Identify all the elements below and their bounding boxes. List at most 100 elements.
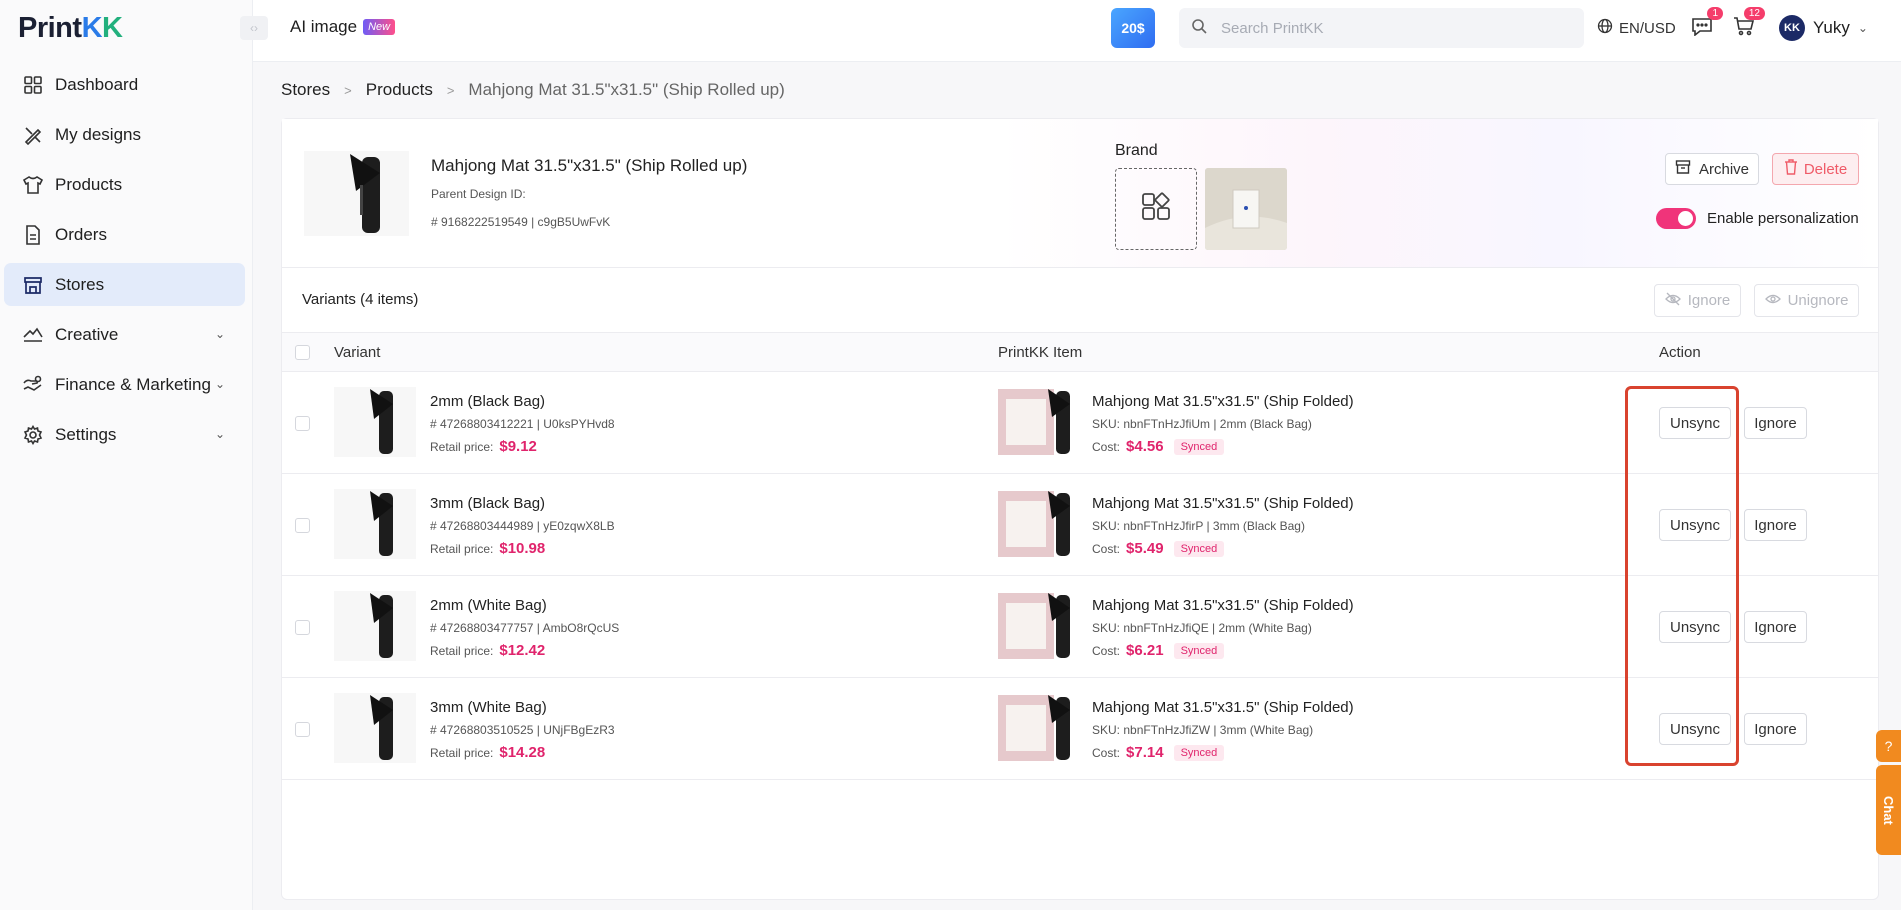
- variant-thumbnail: [334, 387, 416, 457]
- archive-button[interactable]: Archive: [1665, 153, 1759, 185]
- sidebar-item-settings[interactable]: Settings ⌄: [4, 413, 245, 456]
- product-header: Mahjong Mat 31.5"x31.5" (Ship Rolled up)…: [282, 119, 1878, 268]
- bulk-ignore-button[interactable]: Ignore: [1654, 284, 1741, 317]
- retail-price-value: $10.98: [499, 540, 546, 557]
- variant-ids: # 47268803477757 | AmbO8rQcUS: [430, 621, 620, 635]
- sidebar-item-label: Finance & Marketing: [55, 374, 211, 394]
- language-currency-selector[interactable]: EN/USD: [1597, 18, 1676, 38]
- printkk-item-cost: Cost: $6.21 Synced: [1092, 642, 1225, 659]
- archive-label: Archive: [1698, 160, 1750, 178]
- row-checkbox[interactable]: [295, 620, 310, 635]
- gear-icon: [22, 424, 44, 446]
- chevron-down-icon[interactable]: ⌄: [215, 427, 225, 441]
- bulk-unignore-button[interactable]: Unignore: [1754, 284, 1859, 317]
- collapse-sidebar-button[interactable]: ‹›: [240, 16, 268, 40]
- variant-name: 3mm (Black Bag): [430, 495, 546, 512]
- sidebar-item-creative[interactable]: Creative ⌄: [4, 313, 245, 356]
- sidebar-item-label: My designs: [55, 124, 141, 144]
- product-thumbnail: [304, 151, 409, 236]
- sidebar-item-label: Creative: [55, 324, 119, 344]
- cost-label: Cost:: [1092, 745, 1121, 760]
- ai-image-link[interactable]: AI image New: [290, 17, 396, 37]
- status-badge: Synced: [1173, 540, 1225, 557]
- search-input[interactable]: Search PrintKK: [1221, 20, 1324, 37]
- printkk-item-sku: SKU: nbnFTnHzJfiUm | 2mm (Black Bag): [1092, 417, 1312, 431]
- sidebar-item-label: Orders: [55, 224, 107, 244]
- retail-price: Retail price: $10.98: [430, 540, 545, 557]
- select-all-checkbox[interactable]: [295, 345, 310, 360]
- printkk-item-sku: SKU: nbnFTnHzJfirP | 3mm (Black Bag): [1092, 519, 1305, 533]
- brand-upload-box[interactable]: [1115, 168, 1197, 250]
- breadcrumb-products[interactable]: Products: [366, 80, 433, 100]
- ignore-button[interactable]: Ignore: [1744, 713, 1807, 745]
- variant-thumbnail: [334, 591, 416, 661]
- printkk-item-name: Mahjong Mat 31.5"x31.5" (Ship Folded): [1092, 495, 1354, 512]
- chat-button[interactable]: Chat: [1876, 765, 1901, 855]
- sidebar-item-label: Stores: [55, 274, 105, 294]
- messages-button[interactable]: 1: [1689, 7, 1723, 41]
- cost-label: Cost:: [1092, 439, 1121, 454]
- promo-coupon-icon[interactable]: 20$: [1111, 8, 1155, 48]
- sidebar-nav: Dashboard My designs Products Orders Sto…: [4, 63, 245, 463]
- sidebar-item-finance-marketing[interactable]: Finance & Marketing ⌄: [4, 363, 245, 406]
- designs-icon: [22, 124, 44, 146]
- row-checkbox[interactable]: [295, 416, 310, 431]
- sidebar: PrintKK Dashboard My designs Products Or…: [0, 0, 253, 910]
- top-header: AI image New 20$ Search PrintKK EN/USD 1…: [253, 0, 1901, 62]
- parent-design-label: Parent Design ID:: [431, 187, 526, 201]
- variants-table-header: Variant PrintKK Item Action: [282, 332, 1878, 372]
- breadcrumb-separator: >: [446, 82, 455, 98]
- brand-label: Brand: [1115, 142, 1158, 159]
- trash-icon: [1784, 159, 1798, 179]
- unsync-button[interactable]: Unsync: [1659, 509, 1731, 541]
- search-bar[interactable]: Search PrintKK: [1179, 8, 1584, 48]
- printkk-item-name: Mahjong Mat 31.5"x31.5" (Ship Folded): [1092, 597, 1354, 614]
- store-icon: [22, 274, 44, 296]
- status-badge: Synced: [1173, 642, 1225, 659]
- help-icon: ?: [1884, 738, 1893, 754]
- sidebar-item-stores[interactable]: Stores: [4, 263, 245, 306]
- bulk-unignore-label: Unignore: [1787, 292, 1849, 309]
- personalization-toggle[interactable]: [1656, 208, 1696, 229]
- user-menu[interactable]: KK Yuky ⌄: [1779, 12, 1868, 44]
- sidebar-item-dashboard[interactable]: Dashboard: [4, 63, 245, 106]
- sidebar-item-products[interactable]: Products: [4, 163, 245, 206]
- chevron-down-icon: ⌄: [1857, 21, 1868, 35]
- sidebar-item-orders[interactable]: Orders: [4, 213, 245, 256]
- column-action: Action: [1659, 344, 1701, 361]
- row-checkbox[interactable]: [295, 722, 310, 737]
- breadcrumb-stores[interactable]: Stores: [281, 80, 330, 100]
- ignore-button[interactable]: Ignore: [1744, 611, 1807, 643]
- chat-label: Chat: [1881, 795, 1896, 825]
- eye-icon: [1764, 292, 1781, 310]
- new-badge: New: [363, 19, 396, 35]
- row-checkbox[interactable]: [295, 518, 310, 533]
- ignore-button[interactable]: Ignore: [1744, 407, 1807, 439]
- chevron-down-icon[interactable]: ⌄: [215, 327, 225, 341]
- retail-price: Retail price: $14.28: [430, 744, 545, 761]
- messages-count-badge: 1: [1707, 7, 1723, 20]
- table-row: 2mm (Black Bag) # 47268803412221 | U0ksP…: [282, 372, 1878, 474]
- delete-label: Delete: [1803, 160, 1848, 178]
- unsync-button[interactable]: Unsync: [1659, 611, 1731, 643]
- chevron-down-icon[interactable]: ⌄: [215, 377, 225, 391]
- breadcrumb-separator: >: [344, 82, 352, 98]
- help-button[interactable]: ?: [1876, 730, 1901, 762]
- unsync-button[interactable]: Unsync: [1659, 713, 1731, 745]
- printkk-item-sku: SKU: nbnFTnHzJfiZW | 3mm (White Bag): [1092, 723, 1314, 737]
- brand-image[interactable]: [1205, 168, 1287, 250]
- ignore-button[interactable]: Ignore: [1744, 509, 1807, 541]
- tshirt-icon: [22, 174, 44, 196]
- product-detail-card: Mahjong Mat 31.5"x31.5" (Ship Rolled up)…: [281, 118, 1879, 900]
- printkk-item-thumbnail: [998, 489, 1080, 559]
- unsync-button[interactable]: Unsync: [1659, 407, 1731, 439]
- delete-button[interactable]: Delete: [1772, 153, 1859, 185]
- sidebar-item-my-designs[interactable]: My designs: [4, 113, 245, 156]
- globe-icon: [1597, 18, 1613, 38]
- cart-count-badge: 12: [1743, 7, 1765, 20]
- cart-button[interactable]: 12: [1731, 7, 1765, 41]
- printkk-item-thumbnail: [998, 693, 1080, 763]
- printkk-logo[interactable]: PrintKK: [18, 12, 123, 45]
- bulk-ignore-label: Ignore: [1687, 292, 1731, 309]
- printkk-item-name: Mahjong Mat 31.5"x31.5" (Ship Folded): [1092, 699, 1354, 716]
